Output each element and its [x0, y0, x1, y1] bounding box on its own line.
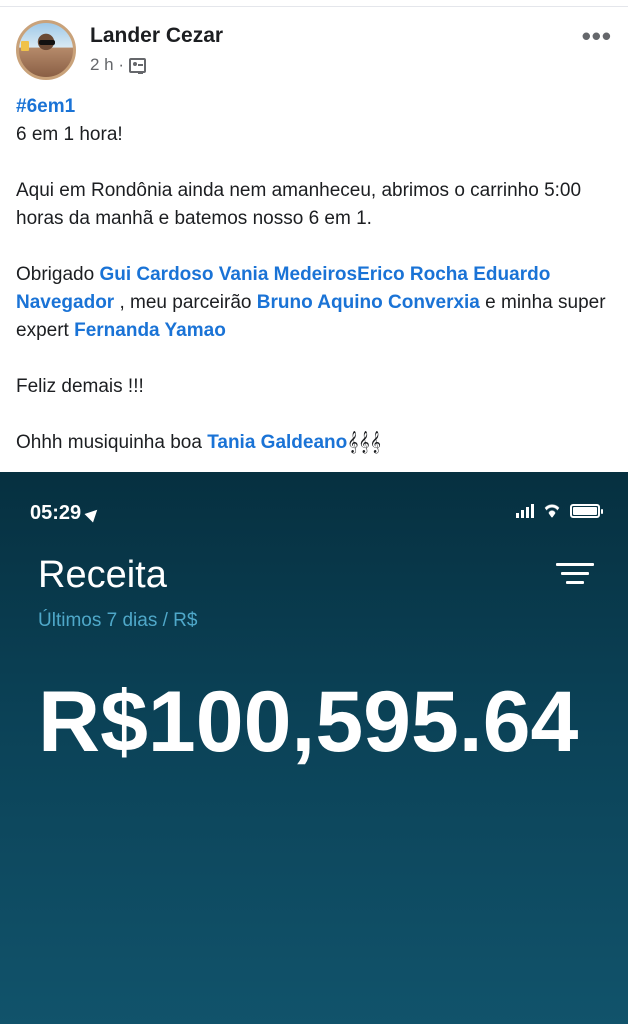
revenue-title: Receita [38, 554, 167, 596]
wifi-icon [542, 504, 562, 518]
more-options-button[interactable]: ••• [582, 23, 612, 49]
signal-icon [516, 504, 534, 518]
avatar-glasses [39, 40, 55, 45]
mention-link[interactable]: Vania Medeiros [219, 264, 357, 285]
author-name[interactable]: Lander Cezar [90, 24, 223, 48]
location-arrow-icon [84, 505, 102, 522]
mention-link[interactable]: Fernanda Yamao [74, 320, 226, 341]
thanks-prefix: Obrigado [16, 264, 100, 285]
hashtag-link[interactable]: #6em1 [16, 96, 75, 117]
battery-icon [570, 504, 603, 518]
status-time-text: 05:29 [30, 502, 82, 524]
revenue-period: Últimos 7 dias / R$ [38, 610, 198, 631]
thanks-mid: , meu parceirão [114, 292, 257, 313]
status-time: 05:29 [30, 502, 102, 525]
audience-icon[interactable] [129, 57, 147, 74]
attached-screenshot[interactable]: 05:29 Receita Últimos 7 dias / R$ R$100,… [0, 472, 628, 1024]
post-body: #6em1 6 em 1 hora! Aqui em Rondônia aind… [16, 93, 616, 457]
mention-link[interactable]: Tania Galdeano [207, 432, 347, 453]
music-prefix: Ohhh musiquinha boa [16, 432, 208, 453]
post-line: 6 em 1 hora! [16, 124, 123, 145]
mention-link[interactable]: Erico Rocha [357, 264, 468, 285]
music-emoji: 𝄞𝄞𝄞 [347, 432, 381, 453]
mention-link[interactable]: Converxia [388, 292, 480, 313]
revenue-amount: R$100,595.64 [38, 674, 579, 770]
filter-icon [556, 561, 594, 589]
status-icons [516, 504, 603, 518]
avatar-badge [21, 41, 29, 51]
divider [0, 6, 628, 7]
post-paragraph: Aqui em Rondônia ainda nem amanheceu, ab… [16, 180, 582, 229]
mention-link[interactable]: Bruno Aquino [257, 292, 383, 313]
post-time[interactable]: 2 h · [90, 55, 124, 75]
happy-line: Feliz demais !!! [16, 376, 144, 397]
facebook-post: Lander Cezar 2 h · ••• #6em1 6 em 1 hora… [0, 0, 628, 472]
mention-link[interactable]: Gui Cardoso [99, 264, 213, 285]
music-line: Ohhh musiquinha boa Tania Galdeano𝄞𝄞𝄞 [16, 429, 616, 457]
post-meta: 2 h · [90, 55, 147, 75]
avatar[interactable] [16, 20, 76, 80]
thanks-paragraph: Obrigado Gui Cardoso Vania MedeirosErico… [16, 261, 616, 345]
